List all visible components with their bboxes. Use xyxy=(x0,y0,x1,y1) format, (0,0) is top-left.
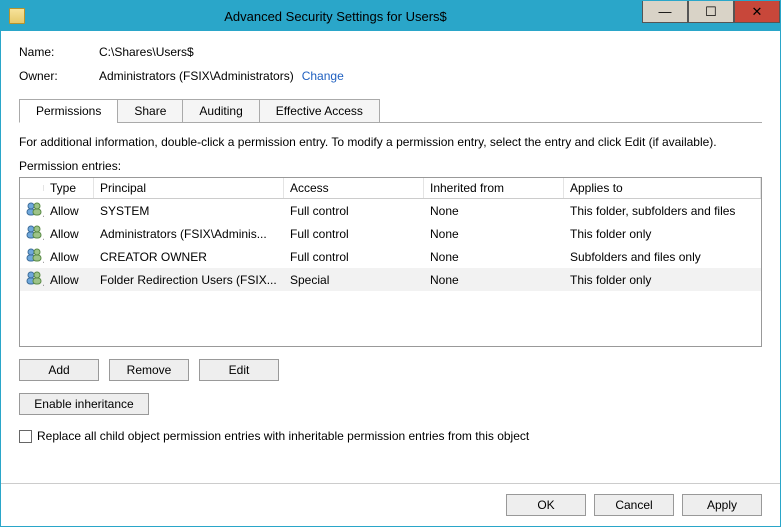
cell-access: Full control xyxy=(284,202,424,220)
col-access[interactable]: Access xyxy=(284,178,424,198)
cell-principal: Administrators (FSIX\Adminis... xyxy=(94,225,284,243)
users-icon xyxy=(26,201,42,217)
users-icon xyxy=(26,270,42,286)
cell-type: Allow xyxy=(44,271,94,289)
grid-header: Type Principal Access Inherited from App… xyxy=(20,178,761,199)
cell-inherited: None xyxy=(424,271,564,289)
cell-inherited: None xyxy=(424,202,564,220)
owner-field-row: Owner: Administrators (FSIX\Administrato… xyxy=(19,69,762,83)
grid-body: AllowSYSTEMFull controlNoneThis folder, … xyxy=(20,199,761,291)
cell-access: Special xyxy=(284,271,424,289)
entries-label: Permission entries: xyxy=(19,159,762,173)
cell-inherited: None xyxy=(424,248,564,266)
titlebar: Advanced Security Settings for Users$ — … xyxy=(1,1,780,31)
cell-applies: This folder only xyxy=(564,225,761,243)
owner-label: Owner: xyxy=(19,69,99,83)
cell-type: Allow xyxy=(44,202,94,220)
tab-effective-access[interactable]: Effective Access xyxy=(259,99,380,123)
folder-icon xyxy=(9,8,25,24)
info-text: For additional information, double-click… xyxy=(19,135,762,149)
tab-auditing[interactable]: Auditing xyxy=(182,99,259,123)
replace-checkbox-label: Replace all child object permission entr… xyxy=(37,429,529,443)
window-title: Advanced Security Settings for Users$ xyxy=(31,9,640,24)
maximize-button[interactable]: ☐ xyxy=(688,1,734,23)
add-button[interactable]: Add xyxy=(19,359,99,381)
cancel-button[interactable]: Cancel xyxy=(594,494,674,516)
col-icon[interactable] xyxy=(20,185,44,191)
cell-principal: Folder Redirection Users (FSIX... xyxy=(94,271,284,289)
security-settings-window: Advanced Security Settings for Users$ — … xyxy=(0,0,781,527)
cell-access: Full control xyxy=(284,225,424,243)
name-value: C:\Shares\Users$ xyxy=(99,45,194,59)
col-inherited[interactable]: Inherited from xyxy=(424,178,564,198)
ok-button[interactable]: OK xyxy=(506,494,586,516)
cell-type: Allow xyxy=(44,248,94,266)
remove-button[interactable]: Remove xyxy=(109,359,189,381)
table-row[interactable]: AllowSYSTEMFull controlNoneThis folder, … xyxy=(20,199,761,222)
name-label: Name: xyxy=(19,45,99,59)
cell-type: Allow xyxy=(44,225,94,243)
apply-button[interactable]: Apply xyxy=(682,494,762,516)
table-row[interactable]: AllowAdministrators (FSIX\Adminis...Full… xyxy=(20,222,761,245)
tab-permissions[interactable]: Permissions xyxy=(19,99,118,123)
cell-principal: CREATOR OWNER xyxy=(94,248,284,266)
tab-bar: Permissions Share Auditing Effective Acc… xyxy=(19,99,762,123)
cell-inherited: None xyxy=(424,225,564,243)
cell-access: Full control xyxy=(284,248,424,266)
minimize-button[interactable]: — xyxy=(642,1,688,23)
col-applies[interactable]: Applies to xyxy=(564,178,761,198)
users-icon xyxy=(26,224,42,240)
permission-entries-grid: Type Principal Access Inherited from App… xyxy=(19,177,762,347)
owner-value: Administrators (FSIX\Administrators) xyxy=(99,69,294,83)
change-owner-link[interactable]: Change xyxy=(302,69,344,83)
footer: OK Cancel Apply xyxy=(1,483,780,526)
name-field-row: Name: C:\Shares\Users$ xyxy=(19,45,762,59)
window-controls: — ☐ ✕ xyxy=(642,1,780,23)
enable-inheritance-button[interactable]: Enable inheritance xyxy=(19,393,149,415)
users-icon xyxy=(26,247,42,263)
cell-applies: Subfolders and files only xyxy=(564,248,761,266)
replace-checkbox-row: Replace all child object permission entr… xyxy=(19,429,762,443)
close-button[interactable]: ✕ xyxy=(734,1,780,23)
table-row[interactable]: AllowFolder Redirection Users (FSIX...Sp… xyxy=(20,268,761,291)
tab-share[interactable]: Share xyxy=(117,99,183,123)
col-principal[interactable]: Principal xyxy=(94,178,284,198)
edit-button[interactable]: Edit xyxy=(199,359,279,381)
replace-checkbox[interactable] xyxy=(19,430,32,443)
content-area: Name: C:\Shares\Users$ Owner: Administra… xyxy=(1,31,780,483)
entry-buttons-row: Add Remove Edit xyxy=(19,359,762,381)
cell-principal: SYSTEM xyxy=(94,202,284,220)
inheritance-row: Enable inheritance xyxy=(19,393,762,415)
cell-applies: This folder, subfolders and files xyxy=(564,202,761,220)
cell-applies: This folder only xyxy=(564,271,761,289)
col-type[interactable]: Type xyxy=(44,178,94,198)
table-row[interactable]: AllowCREATOR OWNERFull controlNoneSubfol… xyxy=(20,245,761,268)
